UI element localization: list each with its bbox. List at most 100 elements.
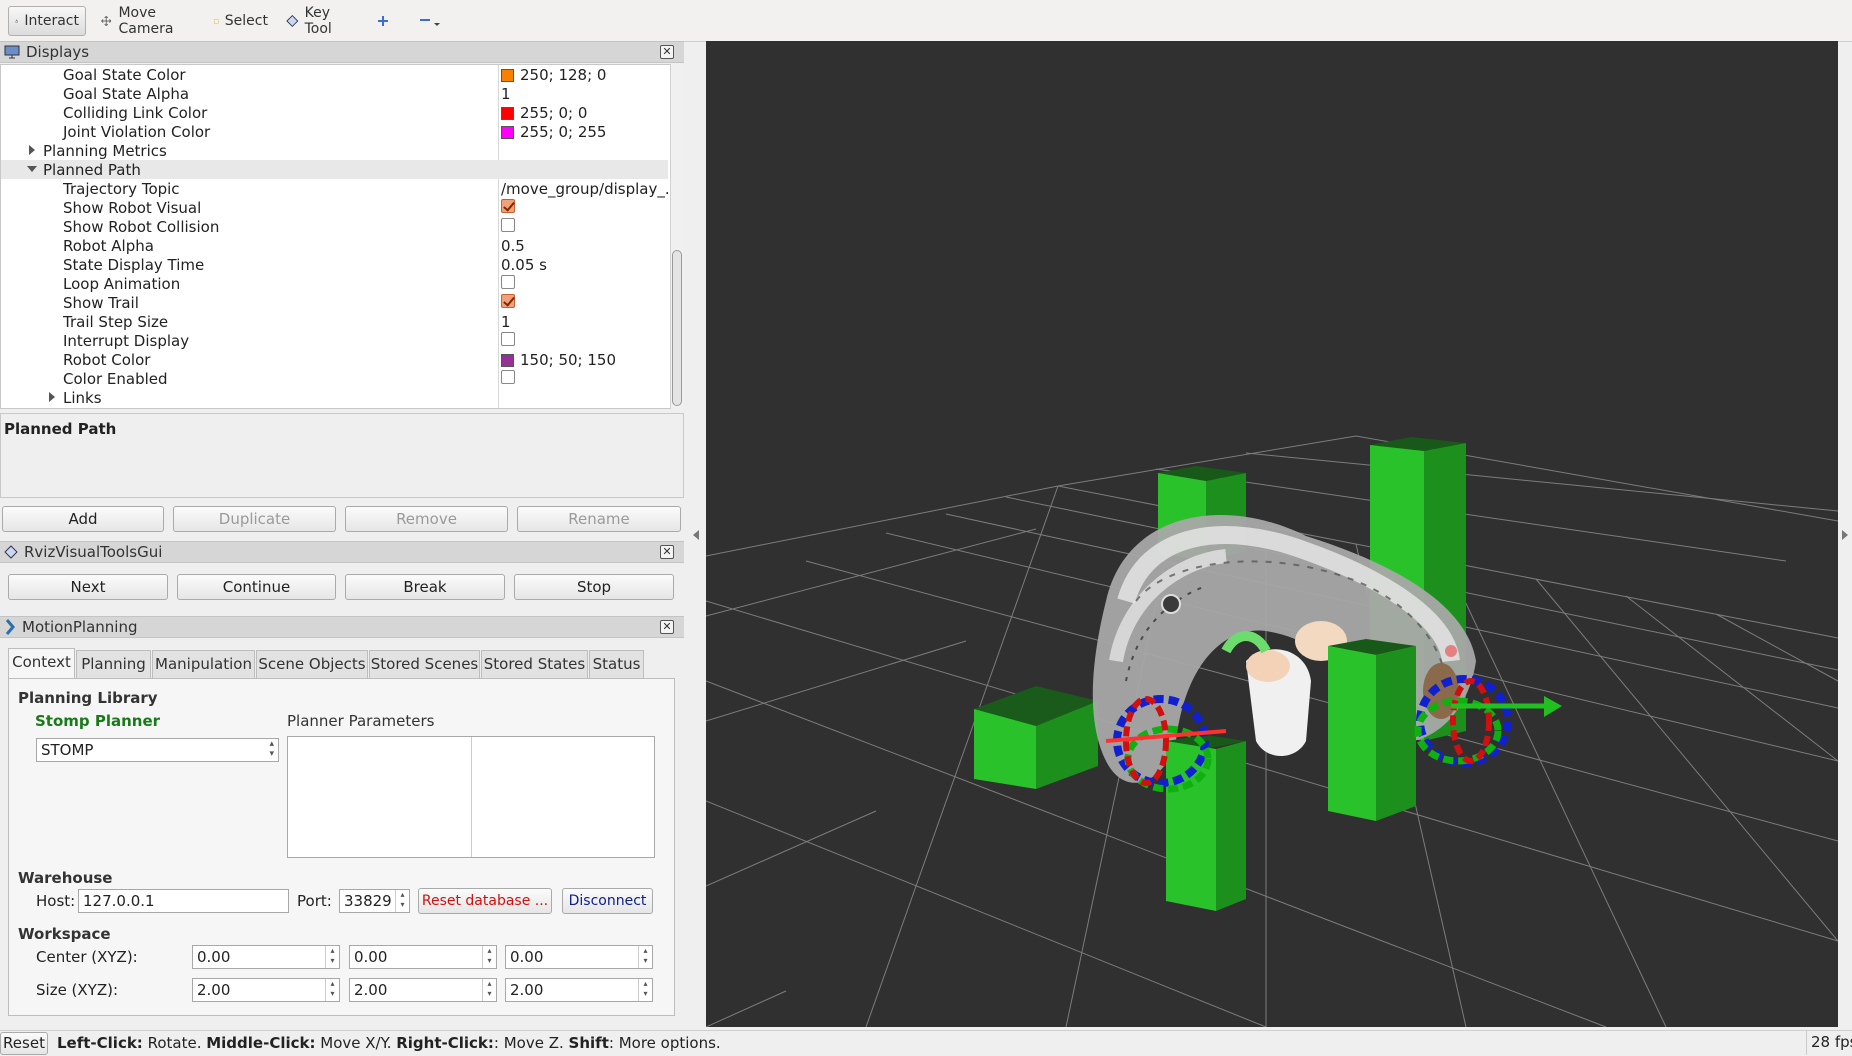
checkbox-unchecked[interactable] (501, 218, 515, 232)
property-value: 250; 128; 0 (501, 66, 606, 84)
center-y-spinbox[interactable]: 0.00 ▴ ▾ (349, 945, 497, 969)
planner-parameters-table[interactable] (287, 736, 655, 858)
duplicate-display-button[interactable]: Duplicate (173, 506, 336, 532)
spin-arrows-icon[interactable]: ▴ ▾ (325, 946, 339, 968)
add-tool-button[interactable] (370, 6, 396, 36)
spin-arrows-icon[interactable]: ▴ ▾ (638, 979, 652, 1001)
property-row-loop-animation[interactable]: Loop Animation (1, 274, 668, 293)
continue-button[interactable]: Continue (177, 574, 336, 600)
close-motion-planning-icon[interactable]: ✕ (660, 620, 674, 634)
spin-arrows-icon[interactable]: ▴ ▾ (395, 890, 409, 912)
center-z-spinbox[interactable]: 0.00 ▴ ▾ (505, 945, 653, 969)
tab-planning[interactable]: Planning (76, 650, 151, 678)
close-rviz-visual-tools-icon[interactable]: ✕ (660, 545, 674, 559)
property-row-color-enabled[interactable]: Color Enabled (1, 369, 668, 388)
property-label: Color Enabled (63, 370, 168, 388)
motion-planning-plugin-icon (5, 619, 15, 635)
stop-button[interactable]: Stop (514, 574, 674, 600)
property-label: Loop Animation (63, 275, 181, 293)
tab-stored-scenes[interactable]: Stored Scenes (369, 650, 480, 678)
property-row-state-display-time[interactable]: State Display Time 0.05 s (1, 255, 668, 274)
interact-tool-button[interactable]: Interact (8, 6, 86, 36)
property-row-show-robot-visual[interactable]: Show Robot Visual (1, 198, 668, 217)
reset-database-button[interactable]: Reset database ... (418, 888, 552, 914)
spin-arrows-icon[interactable]: ▴ ▾ (638, 946, 652, 968)
checkbox-checked[interactable] (501, 294, 515, 308)
right-click-key: Right-Click: (396, 1034, 494, 1052)
host-input[interactable]: 127.0.0.1 (78, 889, 289, 913)
3d-render-viewport[interactable] (706, 41, 1838, 1027)
center-x-spinbox[interactable]: 0.00 ▴ ▾ (192, 945, 340, 969)
key-diamond-icon (286, 14, 299, 28)
collapse-left-arrow-icon[interactable] (693, 530, 699, 540)
size-z-spinbox[interactable]: 2.00 ▴ ▾ (505, 978, 653, 1002)
tab-status[interactable]: Status (589, 650, 644, 678)
checkbox-checked[interactable] (501, 199, 515, 213)
tab-scene-objects[interactable]: Scene Objects (256, 650, 368, 678)
add-display-button[interactable]: Add (2, 506, 164, 532)
property-row-trail-step-size[interactable]: Trail Step Size 1 (1, 312, 668, 331)
tree-item-links[interactable]: Links (1, 388, 668, 407)
color-swatch (501, 106, 514, 120)
tree-item-planned-path[interactable]: Planned Path (1, 160, 668, 179)
property-row-joint-violation-color[interactable]: Joint Violation Color 255; 0; 255 (1, 122, 668, 141)
property-row-interrupt-display[interactable]: Interrupt Display (1, 331, 668, 350)
select-updown-icon: ▴ ▾ (269, 739, 274, 759)
property-label: Goal State Color (63, 66, 186, 84)
property-row-show-robot-collision[interactable]: Show Robot Collision (1, 217, 668, 236)
property-label: Show Robot Visual (63, 199, 202, 217)
remove-tool-menu-button[interactable] (412, 6, 448, 36)
center-z-value: 0.00 (510, 948, 544, 966)
property-row-goal-state-alpha[interactable]: Goal State Alpha 1 (1, 84, 668, 103)
expand-arrow-icon[interactable] (49, 392, 55, 402)
planner-select[interactable]: STOMP ▴ ▾ (36, 738, 279, 762)
main-toolbar: Interact Move Camera Select Key Tool (0, 0, 1852, 42)
move-camera-tool-button[interactable]: Move Camera (94, 5, 200, 37)
next-button[interactable]: Next (8, 574, 168, 600)
plus-icon (378, 16, 388, 26)
property-row-goal-state-color[interactable]: Goal State Color 250; 128; 0 (1, 65, 668, 84)
expand-arrow-icon[interactable] (29, 145, 35, 155)
property-row-colliding-link-color[interactable]: Colliding Link Color 255; 0; 0 (1, 103, 668, 122)
rename-display-button[interactable]: Rename (517, 506, 681, 532)
tree-scrollbar-thumb[interactable] (672, 250, 682, 406)
checkbox-unchecked[interactable] (501, 370, 515, 384)
select-tool-button[interactable]: Select (208, 6, 274, 36)
property-value (501, 294, 515, 308)
tree-item-planning-metrics[interactable]: Planning Metrics (1, 141, 668, 160)
spin-arrows-icon[interactable]: ▴ ▾ (325, 979, 339, 1001)
move-camera-label: Move Camera (118, 5, 174, 37)
right-click-desc: : Move Z. (493, 1034, 569, 1052)
key-tool-button[interactable]: Key Tool (280, 5, 362, 37)
value-text: 250; 128; 0 (520, 66, 607, 84)
tab-context[interactable]: Context (8, 648, 75, 679)
size-x-spinbox[interactable]: 2.00 ▴ ▾ (192, 978, 340, 1002)
size-y-spinbox[interactable]: 2.00 ▴ ▾ (349, 978, 497, 1002)
value-text: 1 (501, 85, 511, 103)
close-displays-icon[interactable]: ✕ (660, 45, 674, 59)
checkbox-unchecked[interactable] (501, 275, 515, 289)
disconnect-button[interactable]: Disconnect (562, 888, 653, 914)
remove-display-button[interactable]: Remove (345, 506, 508, 532)
property-row-trajectory-topic[interactable]: Trajectory Topic /move_group/display_... (1, 179, 679, 198)
collapse-right-arrow-icon[interactable] (1842, 530, 1848, 540)
spin-arrows-icon[interactable]: ▴ ▾ (482, 946, 496, 968)
collapse-arrow-icon[interactable] (27, 166, 37, 172)
center-y-value: 0.00 (354, 948, 388, 966)
property-row-show-trail[interactable]: Show Trail (1, 293, 668, 312)
property-row-robot-alpha[interactable]: Robot Alpha 0.5 (1, 236, 668, 255)
color-swatch (501, 125, 514, 139)
property-value: 1 (501, 85, 511, 103)
tab-manipulation[interactable]: Manipulation (152, 650, 255, 678)
property-row-robot-color[interactable]: Robot Color 150; 50; 150 (1, 350, 668, 369)
checkbox-unchecked[interactable] (501, 332, 515, 346)
diamond-icon (4, 545, 18, 559)
property-value: 0.05 s (501, 256, 547, 274)
planner-select-value: STOMP (41, 741, 94, 759)
spin-arrows-icon[interactable]: ▴ ▾ (482, 979, 496, 1001)
tab-stored-states[interactable]: Stored States (481, 650, 588, 678)
property-label: Show Trail (63, 294, 139, 312)
break-button[interactable]: Break (345, 574, 505, 600)
port-spinbox[interactable]: 33829 ▴ ▾ (339, 889, 410, 913)
reset-view-button[interactable]: Reset (0, 1032, 48, 1055)
